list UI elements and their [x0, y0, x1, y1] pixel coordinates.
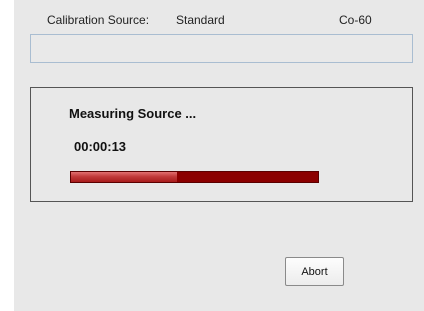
elapsed-timer: 00:00:13	[74, 139, 127, 154]
measuring-status-title: Measuring Source ...	[69, 106, 197, 121]
isotope-label: Co-60	[339, 13, 372, 27]
progress-bar-fill	[71, 172, 178, 182]
status-display-field	[30, 34, 413, 63]
calibration-source-value: Standard	[176, 13, 225, 27]
measurement-progress-bar	[70, 171, 319, 183]
abort-button[interactable]: Abort	[285, 257, 344, 286]
calibration-source-label: Calibration Source:	[47, 13, 150, 27]
measurement-group-box: Measuring Source ... 00:00:13	[30, 87, 413, 202]
